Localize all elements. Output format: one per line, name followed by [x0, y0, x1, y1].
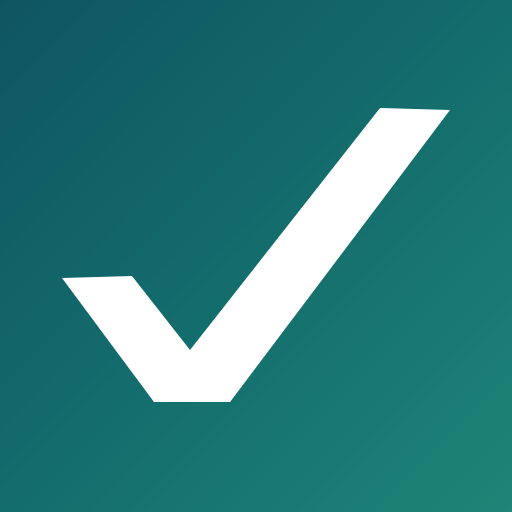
app-icon-tile	[0, 0, 512, 512]
checkmark-icon	[62, 108, 450, 402]
checkmark-shape	[62, 108, 450, 402]
